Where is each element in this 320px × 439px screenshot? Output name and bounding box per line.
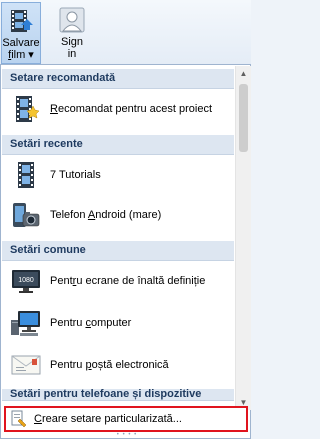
section-common: Setări comune [2, 241, 234, 261]
scroll-thumb[interactable] [239, 84, 248, 152]
film-sparkle-icon [16, 96, 39, 122]
custom-setting-icon [11, 410, 27, 428]
sign-in-label-1: Sign [60, 36, 84, 48]
create-custom-setting-label: Creare setare particularizată... [34, 413, 182, 425]
menu-item-label: Recomandat pentru acest proiect [50, 103, 213, 115]
menu-item-recommended-project[interactable]: Recomandat pentru acest proiect [2, 89, 234, 129]
save-movie-menu: Setare recomandată Recomandat pentru ace… [0, 64, 251, 439]
svg-text:1080: 1080 [18, 277, 34, 284]
menu-item-label: Pentru ecrane de înaltă definiție [50, 275, 206, 287]
sign-in-button[interactable]: Sign in [52, 2, 92, 64]
menu-item-tutorials[interactable]: 7 Tutorials [2, 155, 234, 195]
section-recommended: Setare recomandată [2, 69, 234, 89]
scroll-up-arrow-icon[interactable]: ▲ [236, 66, 251, 81]
film-icon [18, 162, 34, 188]
menu-item-label: Telefon Android (mare) [50, 209, 162, 221]
film-save-icon [11, 10, 33, 32]
ribbon: Salvare film ▾ Sign in [0, 0, 251, 67]
hd-screen-icon: 1080 [12, 270, 40, 293]
save-movie-label-2: film ▾ [8, 49, 34, 61]
menu-item-label: Pentru poștă electronică [50, 359, 169, 371]
menu-item-hd-screens[interactable]: 1080 Pentru ecrane de înaltă definiție [2, 261, 234, 301]
create-custom-setting-item[interactable]: Creare setare particularizată... [4, 406, 248, 432]
user-icon [59, 7, 85, 33]
phone-camera-icon [13, 203, 40, 227]
save-movie-label-1: Salvare [2, 37, 40, 49]
save-movie-button[interactable]: Salvare film ▾ [1, 2, 41, 64]
menu-scrollbar[interactable]: ▲ ▼ [235, 66, 251, 410]
menu-item-android-phone[interactable]: Telefon Android (mare) [2, 195, 234, 235]
resize-grip[interactable]: • • • • [112, 432, 142, 438]
section-phones-devices: Setări pentru telefoane și dispozitive [2, 389, 234, 401]
email-icon [11, 355, 41, 375]
sign-in-label-2: in [67, 48, 77, 60]
menu-item-email[interactable]: Pentru poștă electronică [2, 345, 234, 385]
computer-icon [11, 311, 40, 336]
menu-item-label: 7 Tutorials [50, 169, 101, 181]
menu-item-computer[interactable]: Pentru computer [2, 303, 234, 343]
section-recent: Setări recente [2, 135, 234, 155]
menu-item-label: Pentru computer [50, 317, 132, 329]
